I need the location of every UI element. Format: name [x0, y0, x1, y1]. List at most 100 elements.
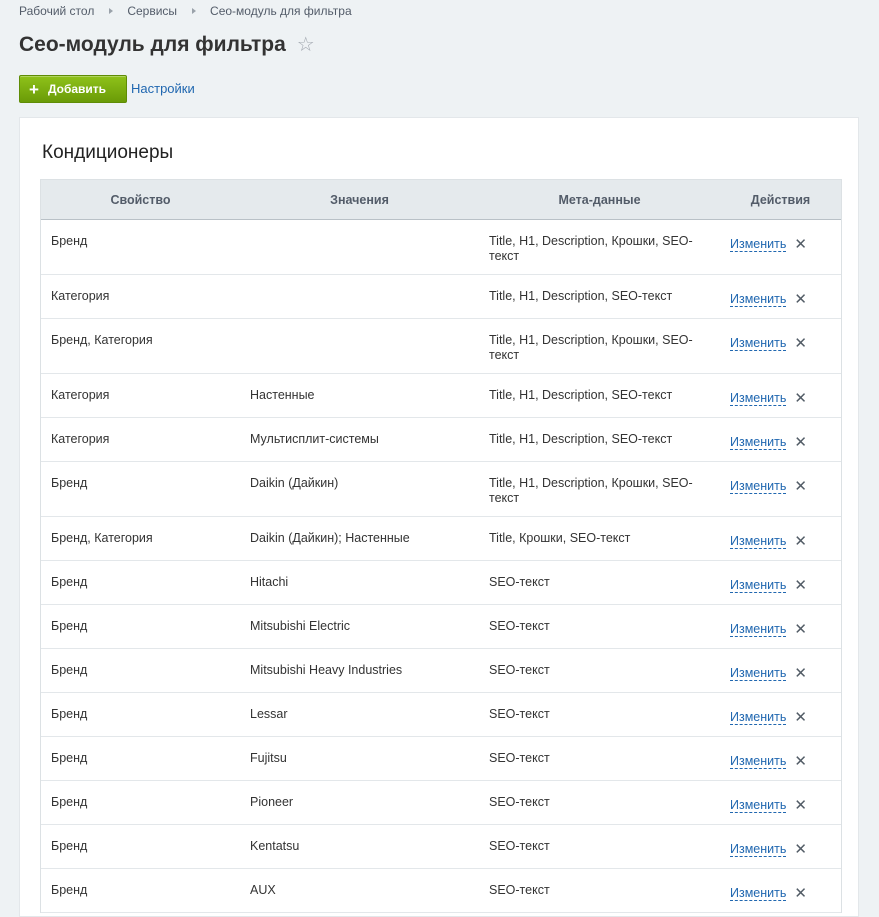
cell-meta: SEO-текст [479, 604, 720, 649]
edit-link[interactable]: Изменить [730, 435, 787, 450]
close-icon[interactable]: ✕ [794, 578, 807, 593]
breadcrumb-separator-icon [109, 8, 114, 14]
cell-property: Бренд [41, 461, 240, 517]
close-icon[interactable]: ✕ [794, 622, 807, 637]
header-values[interactable]: Значения [240, 180, 479, 220]
cell-actions: Изменить ✕ [720, 461, 841, 517]
close-icon[interactable]: ✕ [794, 336, 807, 351]
cell-property: Категория [41, 373, 240, 418]
close-icon[interactable]: ✕ [794, 237, 807, 252]
add-button[interactable]: + Добавить [19, 75, 127, 103]
close-icon[interactable]: ✕ [794, 710, 807, 725]
cell-property: Бренд [41, 648, 240, 693]
cell-property: Категория [41, 274, 240, 319]
cell-property: Бренд [41, 868, 240, 913]
table-row: Бренд AUX SEO-текст Изменить ✕ [41, 868, 841, 913]
cell-actions: Изменить ✕ [720, 780, 841, 825]
table-row: Бренд Pioneer SEO-текст Изменить ✕ [41, 780, 841, 825]
header-actions: Действия [720, 180, 841, 220]
cell-actions: Изменить ✕ [720, 736, 841, 781]
edit-link[interactable]: Изменить [730, 237, 787, 252]
section-title: Кондиционеры [42, 142, 174, 163]
table-row: Бренд Fujitsu SEO-текст Изменить ✕ [41, 736, 841, 781]
cell-actions: Изменить ✕ [720, 318, 841, 374]
edit-link[interactable]: Изменить [730, 842, 787, 857]
cell-property: Бренд [41, 824, 240, 869]
cell-values: Kentatsu [240, 824, 479, 869]
settings-link[interactable]: Настройки [131, 81, 195, 96]
close-icon[interactable]: ✕ [794, 435, 807, 450]
table-row: Бренд, Категория Daikin (Дайкин); Настенн… [41, 516, 841, 561]
edit-link[interactable]: Изменить [730, 391, 787, 406]
cell-meta: Title, H1, Description, SEO-текст [479, 373, 720, 418]
breadcrumb-item-desktop[interactable]: Рабочий стол [19, 4, 94, 18]
close-icon[interactable]: ✕ [794, 479, 807, 494]
edit-link[interactable]: Изменить [730, 292, 787, 307]
breadcrumb: Рабочий стол Сервисы Сео-модуль для филь… [19, 4, 352, 18]
edit-link[interactable]: Изменить [730, 798, 787, 813]
cell-values: Pioneer [240, 780, 479, 825]
cell-meta: Title, H1, Description, Крошки, SEO-текс… [479, 219, 720, 275]
cell-meta: Title, H1, Description, SEO-текст [479, 274, 720, 319]
cell-property: Бренд [41, 560, 240, 605]
breadcrumb-item-current[interactable]: Сео-модуль для фильтра [210, 4, 352, 18]
edit-link[interactable]: Изменить [730, 622, 787, 637]
close-icon[interactable]: ✕ [794, 842, 807, 857]
cell-property: Бренд [41, 736, 240, 781]
edit-link[interactable]: Изменить [730, 534, 787, 549]
cell-actions: Изменить ✕ [720, 219, 841, 275]
close-icon[interactable]: ✕ [794, 292, 807, 307]
breadcrumb-separator-icon [192, 8, 197, 14]
breadcrumb-item-services[interactable]: Сервисы [127, 4, 177, 18]
page-title-wrap: Сео-модуль для фильтра ☆ [19, 33, 315, 57]
cell-property: Бренд [41, 604, 240, 649]
close-icon[interactable]: ✕ [794, 798, 807, 813]
close-icon[interactable]: ✕ [794, 534, 807, 549]
star-icon[interactable]: ☆ [297, 35, 315, 55]
close-icon[interactable]: ✕ [794, 754, 807, 769]
table-body: Бренд Title, H1, Description, Крошки, SEO… [41, 219, 841, 913]
cell-meta: SEO-текст [479, 648, 720, 693]
cell-actions: Изменить ✕ [720, 560, 841, 605]
cell-property: Бренд [41, 692, 240, 737]
edit-link[interactable]: Изменить [730, 578, 787, 593]
table-row: Категория Title, H1, Description, SEO-тек… [41, 274, 841, 319]
cell-actions: Изменить ✕ [720, 868, 841, 913]
cell-meta: Title, H1, Description, SEO-текст [479, 417, 720, 462]
table-row: Бренд Lessar SEO-текст Изменить ✕ [41, 692, 841, 737]
edit-link[interactable]: Изменить [730, 754, 787, 769]
cell-actions: Изменить ✕ [720, 604, 841, 649]
content-panel: Кондиционеры Свойство Значения Мета-данн… [19, 117, 859, 917]
cell-values: AUX [240, 868, 479, 913]
cell-actions: Изменить ✕ [720, 648, 841, 693]
cell-property: Бренд [41, 780, 240, 825]
cell-values: Mitsubishi Electric [240, 604, 479, 649]
table-row: Категория Настенные Title, H1, Description… [41, 373, 841, 418]
cell-meta: SEO-текст [479, 560, 720, 605]
cell-meta: Title, Крошки, SEO-текст [479, 516, 720, 561]
cell-meta: SEO-текст [479, 824, 720, 869]
cell-values [240, 318, 479, 374]
cell-values [240, 219, 479, 275]
cell-meta: Title, H1, Description, Крошки, SEO-текс… [479, 318, 720, 374]
cell-actions: Изменить ✕ [720, 417, 841, 462]
table-row: Бренд, Категория Title, H1, Description, … [41, 318, 841, 374]
edit-link[interactable]: Изменить [730, 710, 787, 725]
close-icon[interactable]: ✕ [794, 666, 807, 681]
header-property[interactable]: Свойство [41, 180, 240, 220]
cell-values: Mitsubishi Heavy Industries [240, 648, 479, 693]
edit-link[interactable]: Изменить [730, 336, 787, 351]
cell-values: Мультисплит-системы [240, 417, 479, 462]
cell-meta: SEO-текст [479, 780, 720, 825]
edit-link[interactable]: Изменить [730, 666, 787, 681]
cell-actions: Изменить ✕ [720, 516, 841, 561]
cell-values: Fujitsu [240, 736, 479, 781]
cell-values: Настенные [240, 373, 479, 418]
header-meta[interactable]: Мета-данные [479, 180, 720, 220]
close-icon[interactable]: ✕ [794, 391, 807, 406]
cell-actions: Изменить ✕ [720, 274, 841, 319]
cell-property: Бренд, Категория [41, 318, 240, 374]
rules-table: Свойство Значения Мета-данные Действия Б… [40, 179, 842, 913]
edit-link[interactable]: Изменить [730, 479, 787, 494]
table-header-row: Свойство Значения Мета-данные Действия [41, 180, 841, 220]
